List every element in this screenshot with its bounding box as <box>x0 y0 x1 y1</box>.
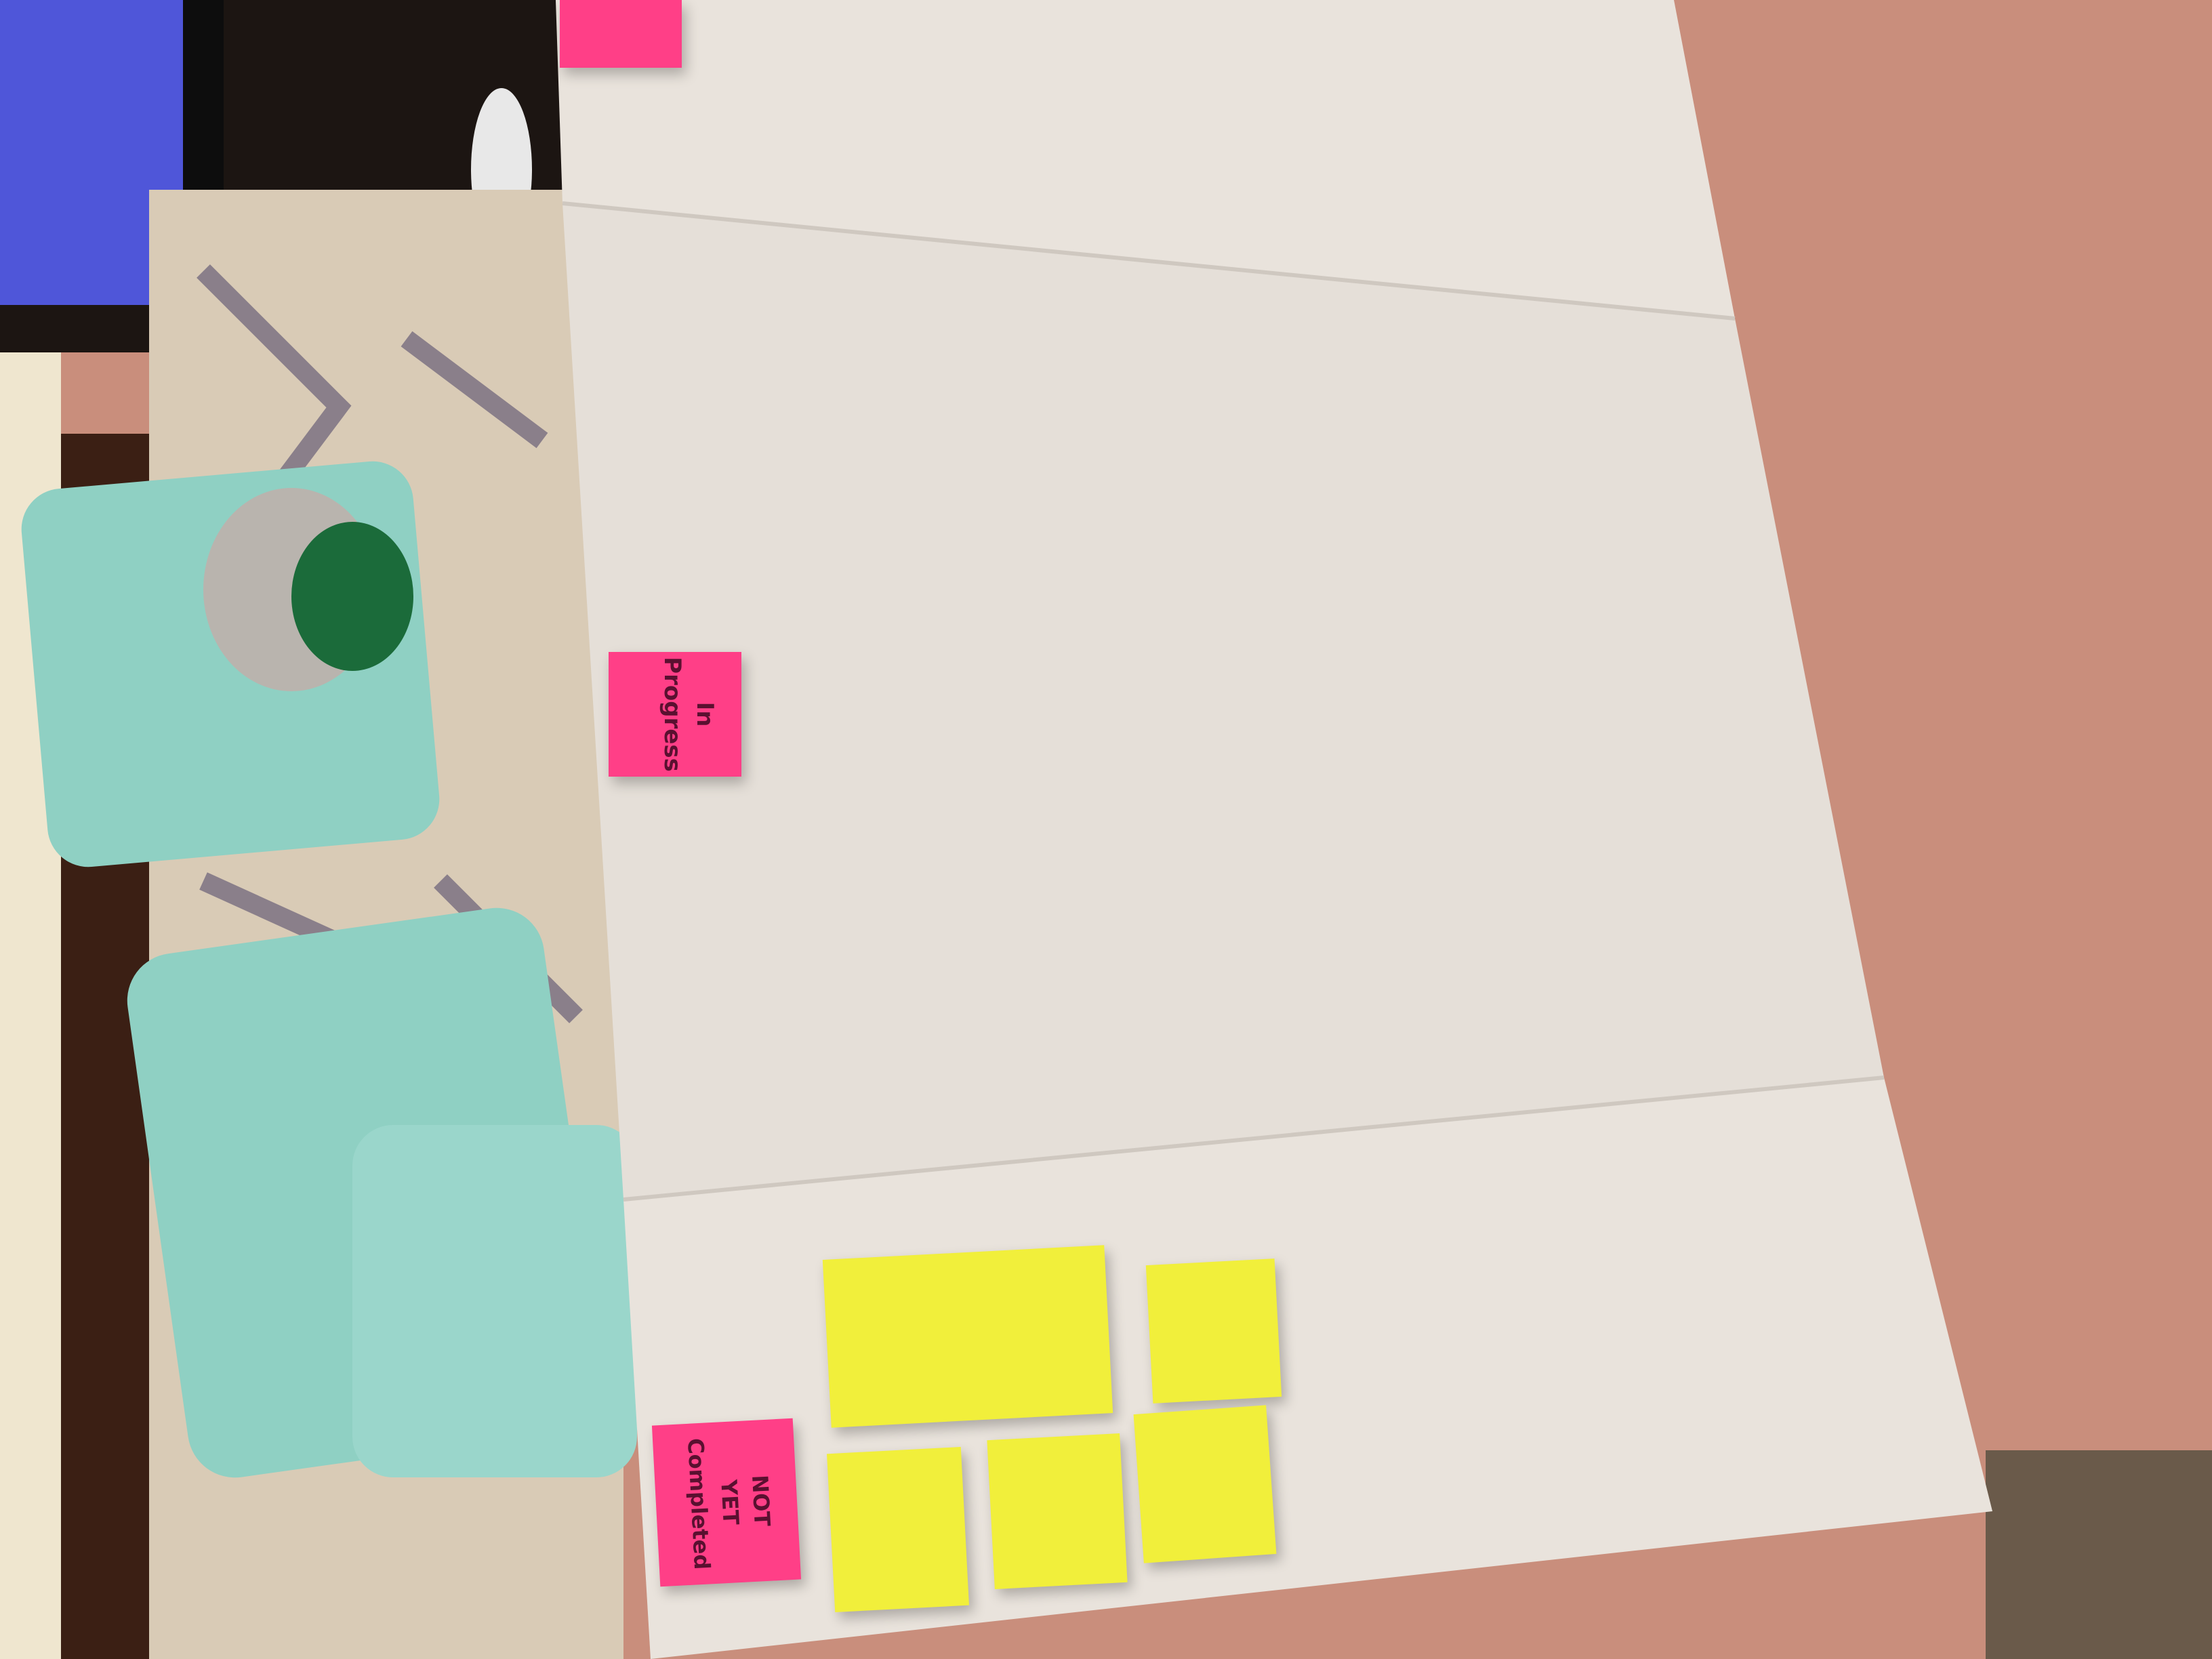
sticky-note-yellow-a <box>822 1245 1113 1428</box>
board-panel-middle <box>562 203 1884 1200</box>
sticky-note-not-yet-text: NOT YET Completed <box>682 1437 775 1571</box>
sticky-note-yellow-b <box>1145 1258 1282 1404</box>
elephant-vest <box>291 522 413 671</box>
sticky-note-not-yet-completed: NOT YET Completed <box>651 1418 802 1587</box>
sticky-note-yellow-c <box>827 1446 969 1613</box>
sticky-note-in-progress-text: In Progress <box>659 657 718 772</box>
sticky-note-top <box>560 0 682 68</box>
sticky-note-yellow-d <box>987 1433 1128 1589</box>
pillow-bottom <box>352 1125 637 1477</box>
sticky-note-yellow-e <box>1133 1405 1277 1563</box>
tile-floor <box>1986 1450 2212 1659</box>
sticky-note-in-progress: In Progress <box>609 652 741 777</box>
